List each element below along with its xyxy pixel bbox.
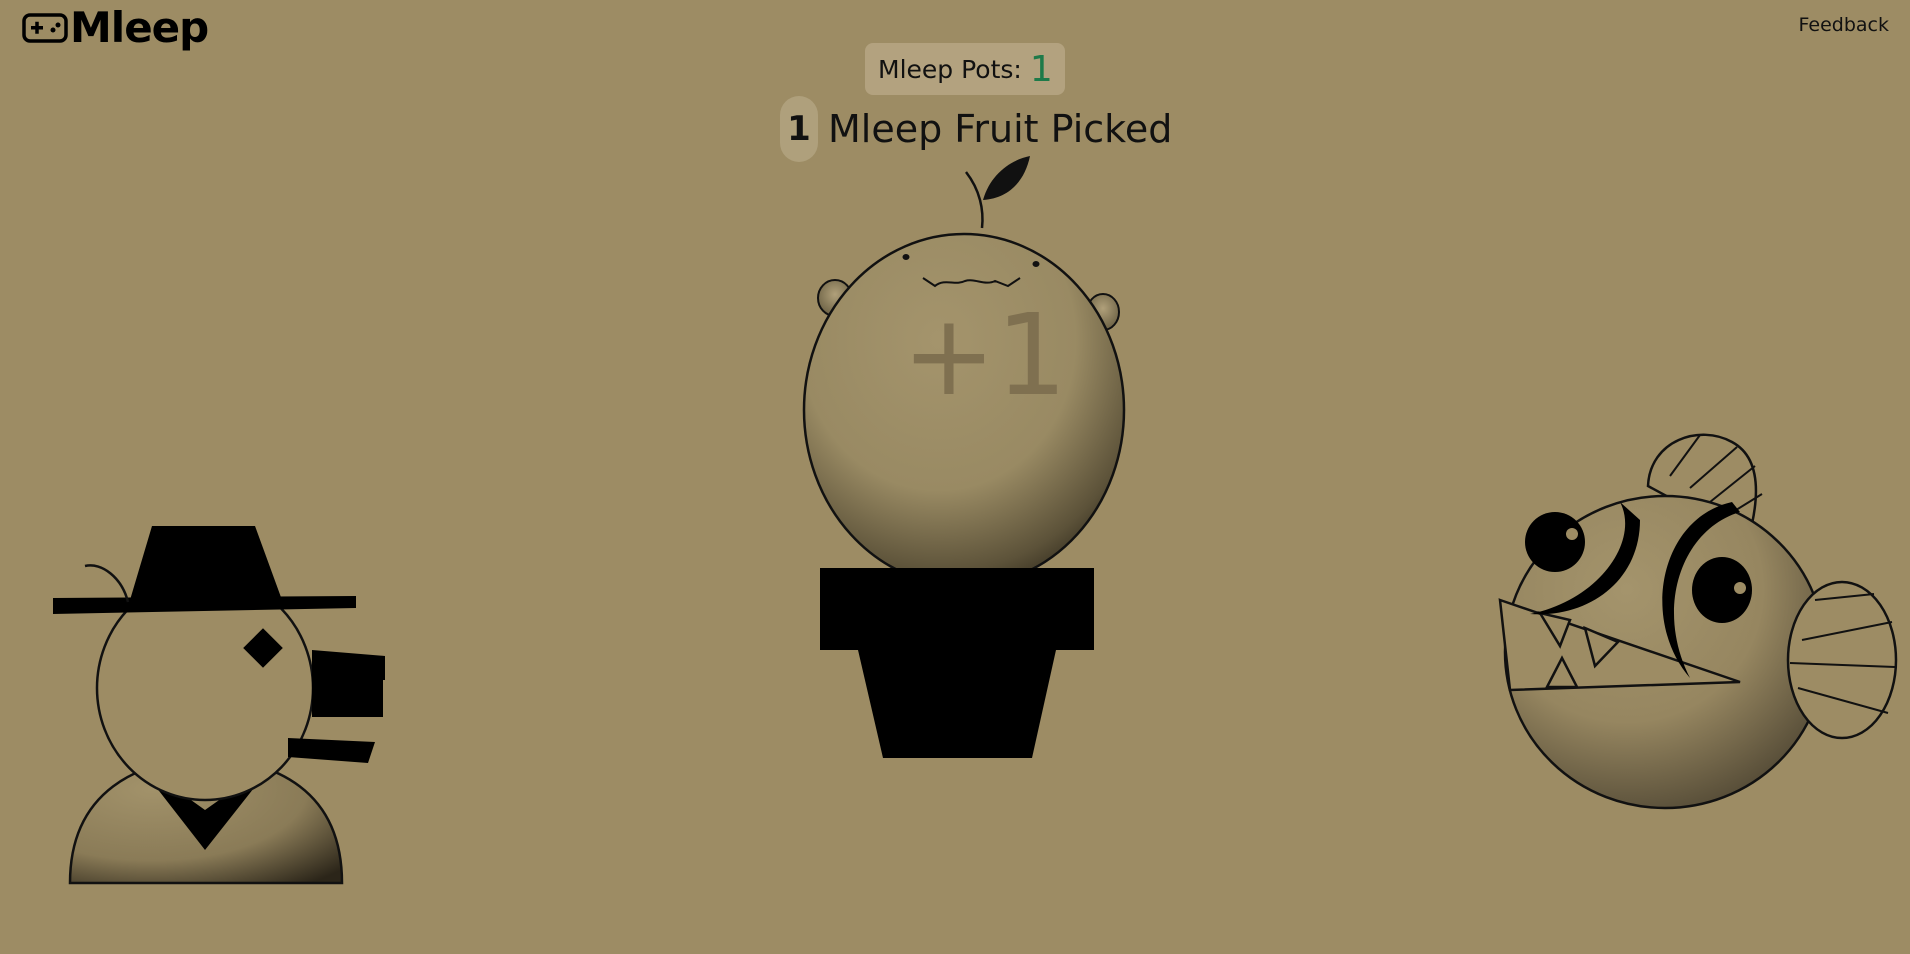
mleep-pots-count: 1 [1029, 48, 1053, 90]
mleep-pots-counter: Mleep Pots: 1 [865, 43, 1065, 95]
app-logo[interactable]: Mleep [22, 3, 209, 52]
pot-rim [820, 568, 1094, 650]
mleep-pots-label: Mleep Pots: [878, 54, 1022, 84]
side-fin [1786, 580, 1898, 740]
right-eye [1032, 261, 1040, 267]
leaf-icon [983, 156, 1030, 200]
snout [312, 658, 383, 717]
mleep-fruit-plant[interactable] [780, 150, 1140, 770]
fruit-picked-label: Mleep Fruit Picked [828, 107, 1173, 151]
hat-crown [130, 526, 282, 600]
game-stage: Mleep Feedback Mleep Pots: 1 1 Mleep Fru… [0, 0, 1910, 954]
gamepad-icon [22, 13, 68, 43]
pot-base [858, 650, 1056, 758]
fish-eye-left [1525, 512, 1585, 572]
antenna [84, 564, 130, 603]
fruit-body [802, 232, 1126, 588]
feedback-link[interactable]: Feedback [1799, 14, 1889, 36]
jaw [288, 738, 375, 763]
stem [965, 171, 984, 229]
hat-character-icon[interactable] [50, 520, 400, 895]
app-name: Mleep [70, 3, 209, 52]
fish-eye-left-glint [1566, 528, 1578, 540]
fish-character-icon[interactable] [1498, 430, 1900, 830]
fish-eye-right-glint [1734, 582, 1746, 594]
left-eye [902, 254, 910, 260]
